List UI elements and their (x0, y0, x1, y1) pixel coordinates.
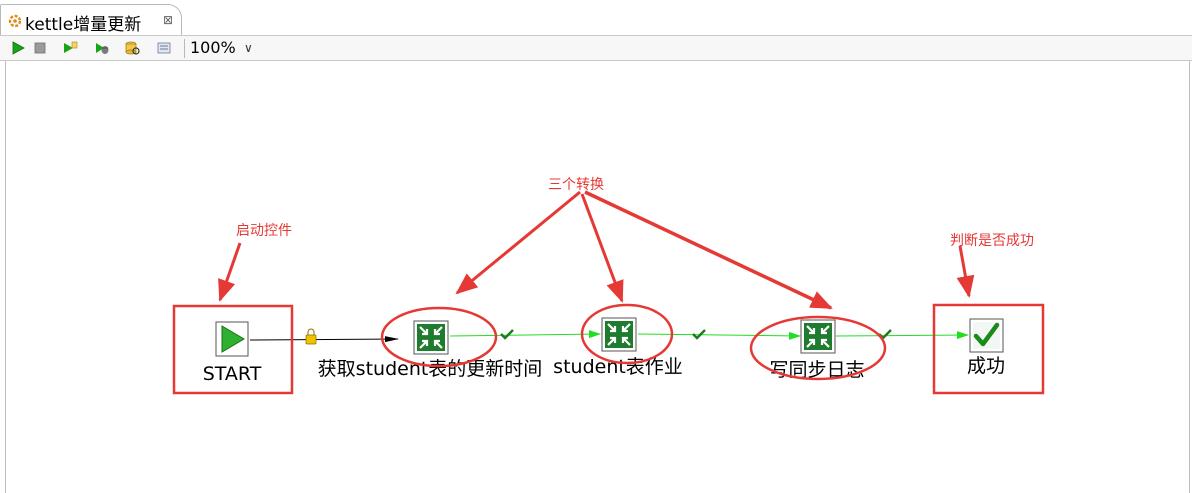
hop-trans2-to-trans3[interactable] (637, 331, 801, 340)
check-icon (500, 329, 514, 340)
hop-start-to-trans1[interactable] (249, 336, 399, 343)
node-success-label: 成功 (967, 355, 1005, 377)
annotation-label-transforms: 三个转换 (548, 176, 604, 193)
annotation-arrow-trans1 (455, 190, 581, 295)
annotation-arrow-start (218, 242, 242, 302)
annotation-label-start: 启动控件 (236, 223, 292, 239)
node-success[interactable] (969, 318, 1004, 353)
node-trans2-label: student表作业 (553, 356, 683, 378)
node-trans2[interactable] (601, 317, 637, 352)
hop-trans3-to-success[interactable] (835, 331, 969, 340)
node-trans1[interactable] (413, 320, 449, 355)
node-trans3[interactable] (800, 319, 836, 354)
hop-trans1-to-trans2[interactable] (449, 330, 601, 339)
node-start[interactable] (215, 321, 249, 357)
annotation-arrow-trans2 (580, 193, 624, 303)
lock-icon (305, 328, 317, 345)
check-icon (692, 329, 706, 340)
node-trans1-label: 获取student表的更新时间 (318, 358, 543, 380)
node-trans3-label: 写同步日志 (769, 359, 864, 381)
job-diagram: START 获取student表的更新时间 student表作业 写同步日志 成… (172, 176, 1045, 395)
annotation-label-success: 判断是否成功 (950, 233, 1034, 249)
annotation-arrow-success (956, 245, 975, 298)
node-start-label: START (203, 363, 262, 385)
annotation-arrow-trans3 (584, 190, 833, 310)
